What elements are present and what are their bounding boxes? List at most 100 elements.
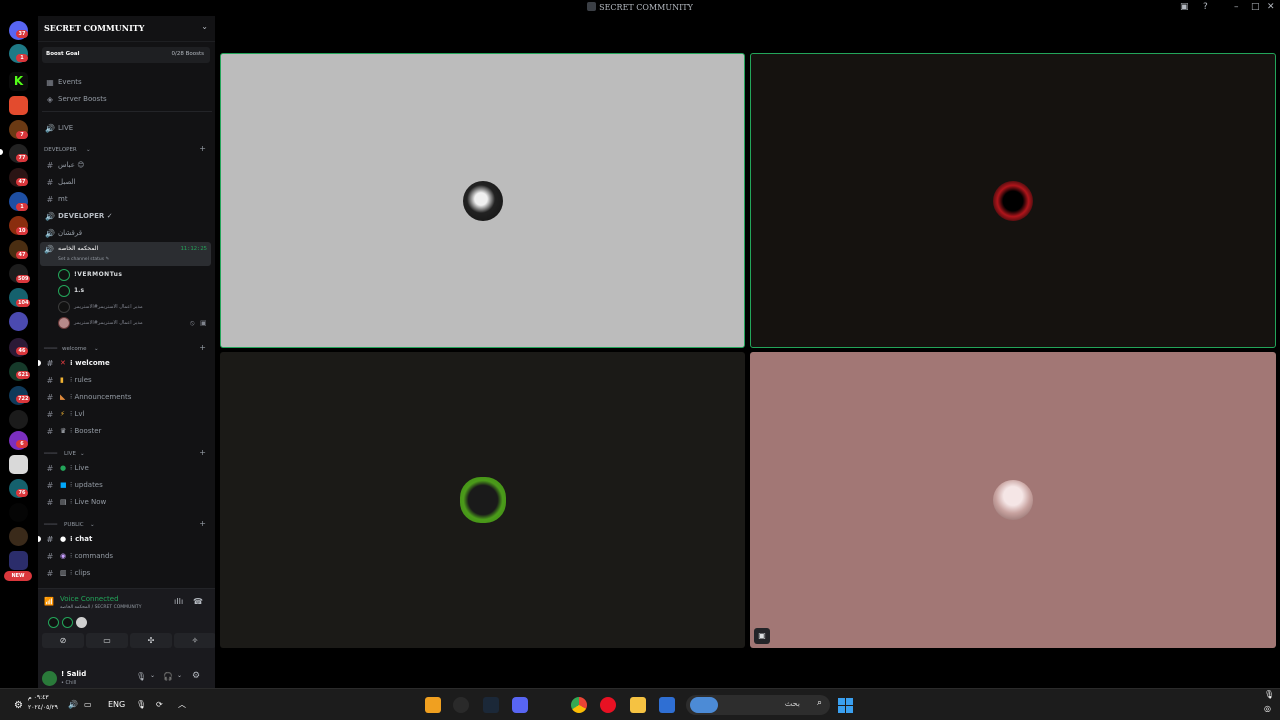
server-folder-icon[interactable] — [9, 551, 28, 570]
avatar[interactable] — [48, 617, 59, 628]
channel-live-voice[interactable]: 🔊 LIVE — [42, 121, 212, 136]
user-panel: ! Salid • Chill 🎙 ⌄ 🎧 ⌄ ⚙ — [38, 668, 215, 688]
settings-icon[interactable]: ⚙ — [14, 698, 23, 714]
category-public[interactable]: ━━━━ PUBLIC ⌄ + — [42, 519, 212, 531]
stream-preview-icon[interactable]: ▣ — [754, 628, 770, 644]
channel-updates[interactable]: # ■ ⁝ updates — [42, 478, 212, 493]
gear-icon[interactable]: ⚙ — [192, 671, 200, 681]
channel-commands[interactable]: # ◉ ⁝ commands — [42, 549, 212, 564]
clock-date[interactable]: ٢٠٢٤/٠٥/٢٩ — [28, 704, 58, 711]
help-icon[interactable]: ? — [1203, 2, 1208, 12]
participant-tile[interactable] — [750, 53, 1276, 348]
add-channel-icon[interactable]: + — [199, 447, 206, 459]
mention-badge: 47 — [16, 251, 28, 259]
channel-chat[interactable]: # ● ⁝ chat — [38, 532, 212, 547]
channel-text[interactable]: # عباس 😊 — [42, 158, 212, 173]
close-button[interactable]: ✕ — [1267, 2, 1275, 12]
events-link[interactable]: ▦ Events — [42, 75, 212, 90]
channel-live[interactable]: # ● ⁝ Live — [42, 461, 212, 476]
active-voice-channel[interactable]: 🔊 المحكمه الخاصه Set a channel status ✎ … — [40, 242, 211, 266]
participant-tile[interactable] — [220, 352, 745, 648]
voice-user[interactable]: 1.s — [56, 284, 206, 298]
activities-button[interactable]: ✣ — [130, 633, 172, 648]
headphones-icon[interactable]: 🎧 — [163, 672, 173, 681]
chrome-icon[interactable] — [571, 697, 587, 713]
add-channel-icon[interactable]: + — [199, 143, 206, 155]
server-boosts-link[interactable]: ◈ Server Boosts — [42, 92, 212, 107]
microphone-icon[interactable]: 🎙 — [136, 697, 146, 713]
participant-tile[interactable] — [220, 53, 745, 348]
channel-rules[interactable]: # ▮ ⁝ rules — [42, 373, 212, 388]
category-developer[interactable]: DEVELOPER ⌄ + — [42, 144, 212, 156]
chevron-down-icon[interactable]: ⌄ — [177, 672, 182, 679]
add-channel-icon[interactable]: + — [199, 342, 206, 354]
channel-text[interactable]: # mt — [42, 192, 212, 207]
inbox-icon[interactable]: ▣ — [1180, 2, 1189, 12]
windows-start-icon[interactable] — [838, 698, 853, 713]
channel-booster[interactable]: # ♛ ⁝ Booster — [42, 424, 212, 439]
server-icon[interactable] — [9, 455, 28, 474]
channel-voice[interactable]: 🔊 DEVELOPER ✓ — [42, 209, 212, 224]
category-welcome[interactable]: ━━━━ welcome ⌄ + — [42, 343, 212, 355]
voice-user-name: 1.s — [74, 287, 85, 294]
camera-off-button[interactable]: ⊘ — [42, 633, 84, 648]
voice-user-name: !VERMONTus — [74, 271, 123, 278]
signal-icon[interactable]: 📶 — [44, 597, 54, 606]
channel-text[interactable]: # الصبل — [42, 175, 212, 190]
clock-time[interactable]: ٠٩:٤٣ م — [28, 694, 49, 701]
app-icon[interactable] — [425, 697, 441, 713]
voice-user[interactable]: مدير اعمال الاستريمر#الاستريمر — [56, 300, 206, 314]
server-icon[interactable] — [9, 527, 28, 546]
language-indicator[interactable]: ENG — [108, 697, 125, 713]
channel-live-now[interactable]: # ▤ ⁝ Live Now — [42, 495, 212, 510]
screen-share-button[interactable]: ▭ — [86, 633, 128, 648]
noise-suppression-icon[interactable]: ıIIı — [174, 597, 183, 606]
server-icon[interactable] — [9, 503, 28, 522]
network-icon[interactable]: ▭ — [84, 697, 92, 713]
guild-header[interactable]: SECRET COMMUNITY ⌄ — [38, 16, 215, 42]
chevron-down-icon[interactable]: ⌄ — [150, 672, 155, 679]
user-name[interactable]: ! Salid — [61, 670, 86, 678]
film-icon: ▥ — [60, 569, 67, 577]
server-icon[interactable] — [9, 96, 28, 115]
channel-status[interactable]: Set a channel status ✎ — [58, 257, 109, 262]
volume-icon[interactable]: 🔊 — [68, 697, 78, 713]
location-icon[interactable]: ◎ — [1264, 701, 1271, 717]
app-icon[interactable] — [600, 697, 616, 713]
channel-voice[interactable]: 🔊 قرقشان — [42, 226, 212, 241]
avatar[interactable] — [42, 671, 57, 686]
microphone-icon[interactable]: 🎙 — [136, 672, 146, 681]
file-explorer-icon[interactable] — [630, 697, 646, 713]
voice-user[interactable]: مدير اعمال الاستريمر#الاستريمر ⦸ ▣ — [56, 316, 207, 330]
avatar[interactable] — [76, 617, 87, 628]
boost-goal-bar[interactable]: Boost Goal 0/28 Boosts — [42, 47, 210, 63]
discord-icon[interactable] — [512, 697, 528, 713]
chevron-up-icon[interactable]: ︿ — [178, 697, 186, 713]
disconnect-icon[interactable]: ☎ — [193, 597, 203, 606]
channel-lvl[interactable]: # ⚡ ⁝ Lvl — [42, 407, 212, 422]
steam-icon[interactable] — [483, 697, 499, 713]
server-icon[interactable] — [9, 312, 28, 331]
add-channel-icon[interactable]: + — [199, 518, 206, 530]
channel-announcements[interactable]: # ◣ ⁝ Announcements — [42, 390, 212, 405]
category-live[interactable]: ━━━━ LIVE ⌄ + — [42, 448, 212, 460]
voice-status[interactable]: Voice Connected — [60, 595, 119, 603]
minimize-button[interactable]: – — [1234, 2, 1239, 12]
soundboard-button[interactable]: ✧ — [174, 633, 215, 648]
voice-user[interactable]: !VERMONTus — [56, 268, 206, 282]
server-icon[interactable] — [9, 410, 28, 429]
app-icon[interactable] — [659, 697, 675, 713]
search-box[interactable]: بحث ⌕ — [686, 695, 830, 715]
avatar[interactable] — [62, 617, 73, 628]
app-icon[interactable] — [453, 697, 469, 713]
maximize-button[interactable]: □ — [1251, 2, 1260, 12]
kick-server-icon[interactable]: K — [9, 72, 28, 91]
channel-clips[interactable]: # ▥ ⁝ clips — [42, 566, 212, 581]
sync-icon[interactable]: ⟳ — [156, 697, 163, 713]
app-icon[interactable] — [541, 697, 557, 713]
voice-location[interactable]: المحكمه الخاصه / SECRET COMMUNITY — [60, 605, 142, 610]
mention-badge: 1 — [16, 54, 28, 62]
server-rail: 37 1 K 7 77 47 1 10 47 509 104 46 621 72… — [0, 16, 36, 688]
participant-tile[interactable]: ▣ — [750, 352, 1276, 648]
channel-welcome[interactable]: # ✕ ⁝ welcome — [38, 356, 212, 371]
